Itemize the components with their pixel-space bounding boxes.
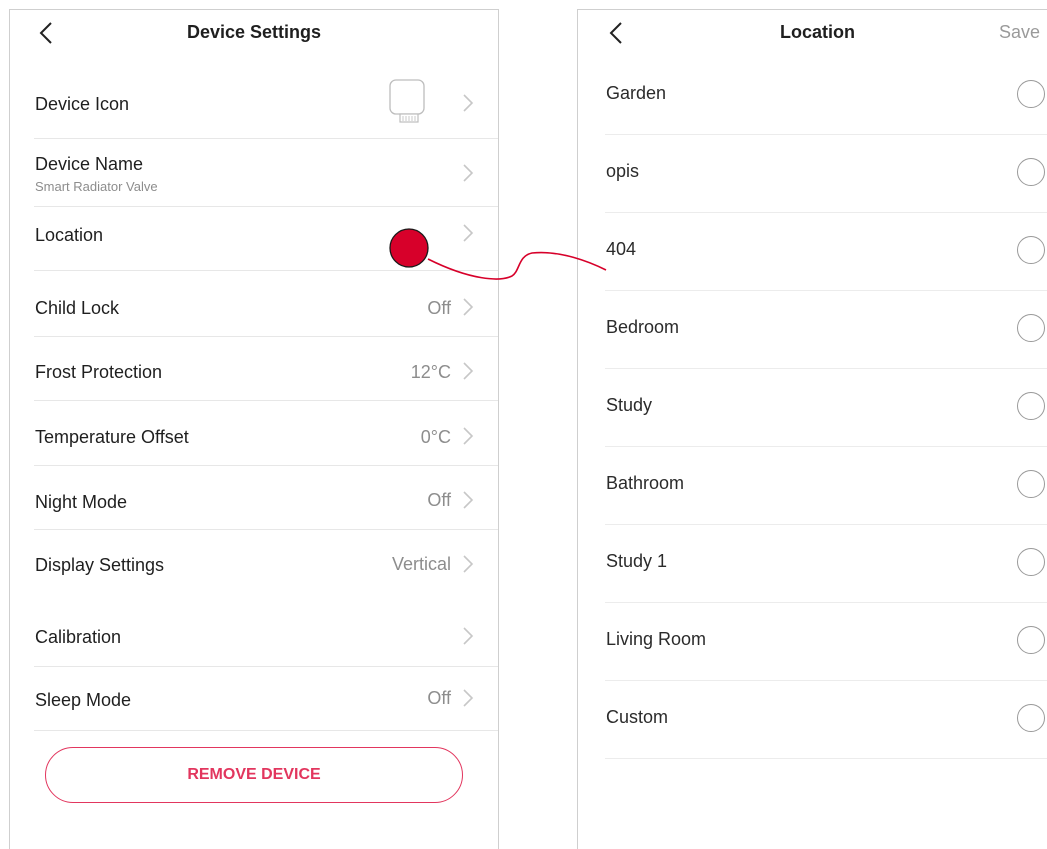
row-value: 0°C <box>420 427 451 447</box>
radio-unchecked-icon[interactable] <box>1017 158 1045 186</box>
chevron-right-icon <box>463 555 474 573</box>
row-label: Display Settings <box>35 555 165 575</box>
chevron-right-icon <box>463 427 474 445</box>
radio-unchecked-icon[interactable] <box>1017 392 1045 420</box>
row-label: Sleep Mode <box>35 690 132 710</box>
row-value: 12°C <box>410 362 451 382</box>
row-value: Off <box>427 688 451 708</box>
chevron-right-icon <box>463 164 474 182</box>
device-settings-navbar: Device Settings <box>10 10 498 56</box>
location-navbar: Location Save <box>578 10 1047 56</box>
radio-unchecked-icon[interactable] <box>1017 470 1045 498</box>
location-option-label: 404 <box>606 239 637 259</box>
chevron-right-icon <box>463 298 474 316</box>
location-option-study-1[interactable]: Study 1 <box>605 524 1047 603</box>
radio-unchecked-icon[interactable] <box>1017 704 1045 732</box>
row-label: Calibration <box>35 627 122 647</box>
location-option-label: Custom <box>606 707 669 727</box>
location-option-living-room[interactable]: Living Room <box>605 602 1047 681</box>
row-sublabel: Smart Radiator Valve <box>35 179 158 194</box>
remove-device-button[interactable]: REMOVE DEVICE <box>45 747 463 803</box>
chevron-right-icon <box>463 362 474 380</box>
row-label: Location <box>35 225 104 245</box>
radio-unchecked-icon[interactable] <box>1017 626 1045 654</box>
row-sleep-mode[interactable]: Sleep Mode Off <box>34 666 498 731</box>
location-option-404[interactable]: 404 <box>605 212 1047 291</box>
row-label: Frost Protection <box>35 362 163 382</box>
row-label: Night Mode <box>35 492 128 512</box>
chevron-right-icon <box>463 491 474 509</box>
row-night-mode[interactable]: Night Mode Off <box>34 465 498 530</box>
radio-unchecked-icon[interactable] <box>1017 80 1045 108</box>
location-option-label: Living Room <box>606 629 707 649</box>
row-value: Off <box>427 490 451 510</box>
radio-unchecked-icon[interactable] <box>1017 236 1045 264</box>
chevron-right-icon <box>463 224 474 242</box>
row-temperature-offset[interactable]: Temperature Offset 0°C <box>34 400 498 466</box>
location-option-label: opis <box>606 161 640 181</box>
row-display-settings[interactable]: Display Settings Vertical <box>34 529 498 594</box>
chevron-right-icon <box>463 689 474 707</box>
row-label: Child Lock <box>35 298 120 318</box>
location-option-label: Bedroom <box>606 317 680 337</box>
location-screen: Location Save Garden opis 404 Bedroom St… <box>577 9 1047 849</box>
location-option-label: Study 1 <box>606 551 668 571</box>
location-option-opis[interactable]: opis <box>605 134 1047 213</box>
radio-unchecked-icon[interactable] <box>1017 548 1045 576</box>
chevron-right-icon <box>463 94 474 112</box>
row-label: Device Name <box>35 154 144 174</box>
row-label: Device Icon <box>35 94 130 114</box>
device-settings-screen: Device Settings Device Icon Device Name … <box>9 9 499 849</box>
row-value: Off <box>427 298 451 318</box>
location-option-bedroom[interactable]: Bedroom <box>605 290 1047 369</box>
location-option-study[interactable]: Study <box>605 368 1047 447</box>
location-option-label: Garden <box>606 83 667 103</box>
location-option-label: Bathroom <box>606 473 685 493</box>
page-title: Location <box>780 22 855 42</box>
location-option-label: Study <box>606 395 653 415</box>
row-label: Temperature Offset <box>35 427 189 447</box>
location-option-garden[interactable]: Garden <box>605 56 1047 135</box>
radio-unchecked-icon[interactable] <box>1017 314 1045 342</box>
page-title: Device Settings <box>186 22 322 42</box>
row-location[interactable]: Location <box>34 206 498 271</box>
row-frost-protection[interactable]: Frost Protection 12°C <box>34 336 498 401</box>
save-button[interactable]: Save <box>999 22 1040 43</box>
chevron-right-icon <box>463 627 474 645</box>
radiator-valve-icon <box>389 79 425 123</box>
location-option-custom[interactable]: Custom <box>605 680 1047 759</box>
location-option-bathroom[interactable]: Bathroom <box>605 446 1047 525</box>
row-device-name[interactable]: Device Name Smart Radiator Valve <box>34 138 498 207</box>
row-child-lock[interactable]: Child Lock Off <box>34 270 498 337</box>
row-value: Vertical <box>391 554 451 574</box>
row-device-icon[interactable]: Device Icon <box>34 67 498 139</box>
row-calibration[interactable]: Calibration <box>34 609 498 667</box>
